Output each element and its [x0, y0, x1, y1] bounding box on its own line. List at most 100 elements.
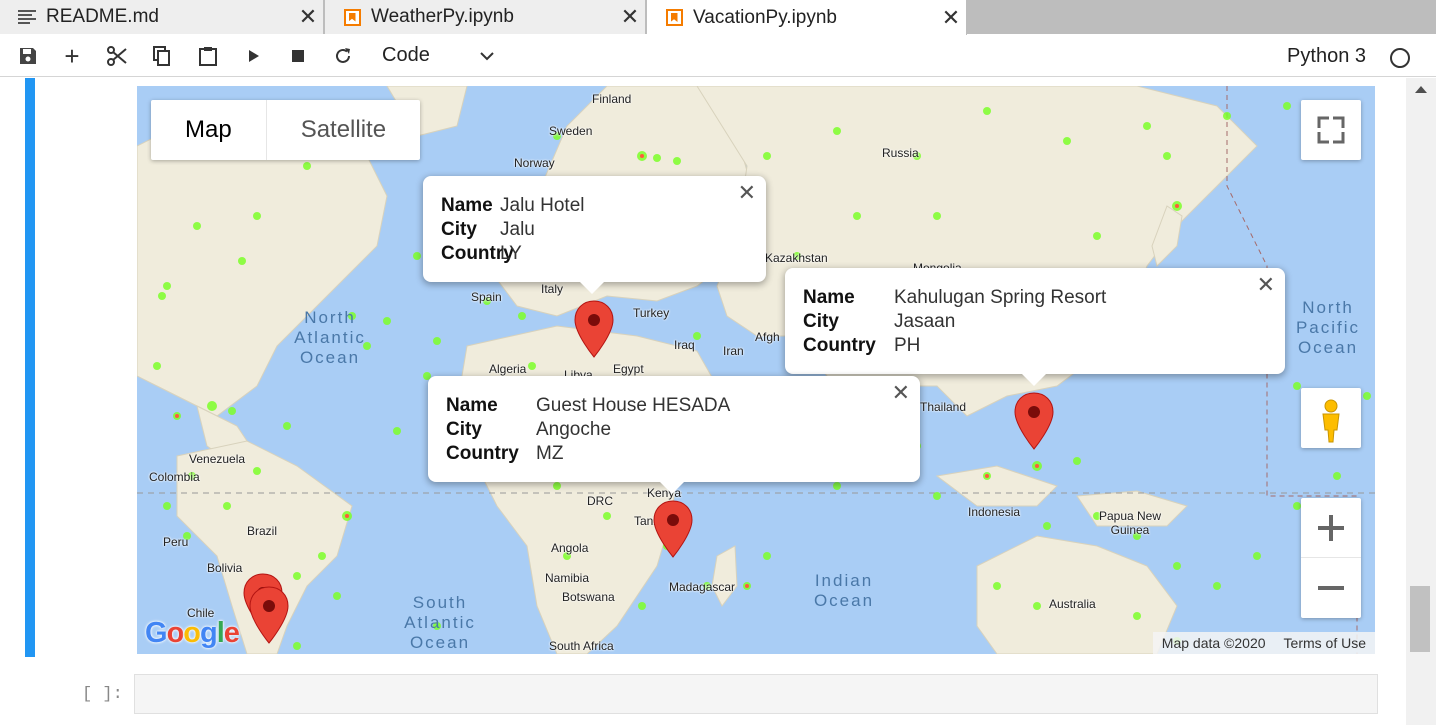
- map-label: DRC: [587, 494, 613, 508]
- notebook-icon: [665, 9, 683, 27]
- tab-bar: README.md ✕ WeatherPy.ipynb ✕ VacationPy…: [0, 0, 1436, 35]
- info-country: MZ: [536, 443, 564, 464]
- save-icon[interactable]: [8, 35, 48, 77]
- map-button[interactable]: Map: [151, 100, 267, 160]
- cell-prompt: [ ]:: [82, 685, 123, 704]
- info-country: PH: [894, 335, 921, 356]
- ocean-label: Indian Ocean: [813, 571, 875, 610]
- map-label: Brazil: [247, 524, 278, 538]
- notebook-icon: [343, 8, 361, 26]
- info-country: LY: [500, 243, 522, 264]
- tab-weatherpy[interactable]: WeatherPy.ipynb ✕: [325, 0, 646, 34]
- pegman-icon: [1322, 399, 1340, 443]
- map-label: Madagascar: [669, 580, 736, 594]
- info-key: Country: [446, 443, 519, 464]
- info-key: Name: [441, 195, 493, 216]
- cell-type-select[interactable]: Code: [382, 44, 502, 67]
- map-label: Spain: [471, 290, 502, 304]
- map-label: Kazakhstan: [765, 251, 828, 265]
- fullscreen-icon: [1317, 116, 1345, 144]
- zoom-control: [1301, 498, 1361, 618]
- info-key: City: [803, 311, 839, 332]
- map-widget[interactable]: Finland Sweden Norway Russia Kazakhstan …: [137, 86, 1375, 654]
- close-icon[interactable]: ✕: [936, 1, 966, 35]
- map-marker-icon[interactable]: [249, 586, 289, 644]
- ocean-label: North Pacific Ocean: [1295, 298, 1361, 357]
- tab-label: README.md: [46, 6, 159, 27]
- info-key: Name: [803, 287, 855, 308]
- map-label: Papua New Guinea: [1098, 509, 1162, 537]
- close-icon[interactable]: ✕: [1257, 272, 1275, 298]
- map-marker-icon[interactable]: [653, 500, 693, 558]
- run-icon[interactable]: [234, 35, 274, 77]
- map-label: Peru: [163, 535, 189, 549]
- ocean-label: South Atlantic Ocean: [404, 593, 476, 652]
- chevron-down-icon: [480, 44, 494, 73]
- info-key: Country: [441, 243, 514, 264]
- zoom-in-button[interactable]: [1301, 498, 1361, 558]
- map-marker-icon[interactable]: [574, 300, 614, 358]
- map-label: Afgh: [755, 330, 780, 344]
- kernel-name[interactable]: Python 3: [1287, 45, 1366, 68]
- map-label: Bolivia: [207, 561, 243, 575]
- close-icon[interactable]: ✕: [293, 0, 323, 34]
- info-name: Kahulugan Spring Resort: [894, 287, 1107, 308]
- street-view-button[interactable]: [1301, 388, 1361, 448]
- close-icon[interactable]: ✕: [892, 380, 910, 406]
- info-window: ✕ Name Jalu Hotel City Jalu Country LY: [423, 176, 766, 294]
- kernel-idle-icon: [1390, 48, 1410, 68]
- tab-vacationpy[interactable]: VacationPy.ipynb ✕: [647, 0, 967, 35]
- map-label: Italy: [541, 282, 564, 296]
- paste-icon[interactable]: [188, 35, 228, 77]
- map-marker-icon[interactable]: [1014, 392, 1054, 450]
- map-label: Thailand: [920, 400, 967, 414]
- vertical-scrollbar[interactable]: [1406, 78, 1436, 725]
- code-cell-input[interactable]: [134, 674, 1378, 714]
- info-name: Guest House HESADA: [536, 395, 731, 416]
- info-key: City: [441, 219, 477, 240]
- notebook-panel: Finland Sweden Norway Russia Kazakhstan …: [0, 78, 1436, 725]
- map-data-text: Map data ©2020: [1161, 635, 1266, 651]
- text-file-icon: [18, 8, 36, 26]
- map-label: Australia: [1049, 597, 1096, 611]
- ocean-label: North Atlantic Ocean: [294, 308, 366, 367]
- map-type-control: Map Satellite: [151, 100, 421, 160]
- active-cell-indicator: [25, 78, 35, 657]
- cut-icon[interactable]: [97, 35, 137, 77]
- map-label: Venezuela: [189, 452, 246, 466]
- info-city: Jalu: [500, 219, 535, 240]
- terms-link[interactable]: Terms of Use: [1275, 635, 1375, 651]
- info-window: ✕ Name Guest House HESADA City Angoche Cou…: [428, 376, 920, 494]
- map-label: Botswana: [562, 590, 615, 604]
- close-icon[interactable]: ✕: [738, 180, 756, 206]
- map-label: Iran: [723, 344, 744, 358]
- map-label: Colombia: [149, 470, 200, 484]
- map-label: Angola: [551, 541, 589, 555]
- info-window: ✕ Name Kahulugan Spring Resort City Jasaan…: [785, 268, 1285, 386]
- tab-label: WeatherPy.ipynb: [371, 6, 514, 27]
- copy-icon[interactable]: [142, 35, 182, 77]
- tab-readme[interactable]: README.md ✕: [0, 0, 324, 34]
- info-city: Angoche: [536, 419, 612, 440]
- info-name: Jalu Hotel: [500, 195, 585, 216]
- restart-icon[interactable]: [323, 35, 363, 77]
- stop-icon[interactable]: [278, 35, 318, 77]
- info-key: Country: [803, 335, 876, 356]
- map-label: Russia: [882, 146, 919, 160]
- info-key: City: [446, 419, 482, 440]
- plus-icon: [1318, 514, 1344, 541]
- close-icon[interactable]: ✕: [615, 0, 645, 34]
- scroll-up-icon[interactable]: [1415, 86, 1427, 93]
- cell-type-value: Code: [382, 44, 430, 66]
- map-label: Turkey: [633, 306, 670, 320]
- zoom-out-button[interactable]: [1301, 558, 1361, 618]
- add-cell-icon[interactable]: +: [52, 35, 92, 77]
- scroll-thumb[interactable]: [1410, 586, 1430, 652]
- satellite-button[interactable]: Satellite: [267, 100, 420, 160]
- minus-icon: [1318, 586, 1344, 590]
- map-attribution: Map data ©2020 Terms of Use: [1152, 632, 1375, 654]
- tab-label: VacationPy.ipynb: [693, 6, 837, 28]
- google-logo: Google: [145, 617, 240, 649]
- fullscreen-button[interactable]: [1301, 100, 1361, 160]
- map-label: Egypt: [613, 362, 644, 376]
